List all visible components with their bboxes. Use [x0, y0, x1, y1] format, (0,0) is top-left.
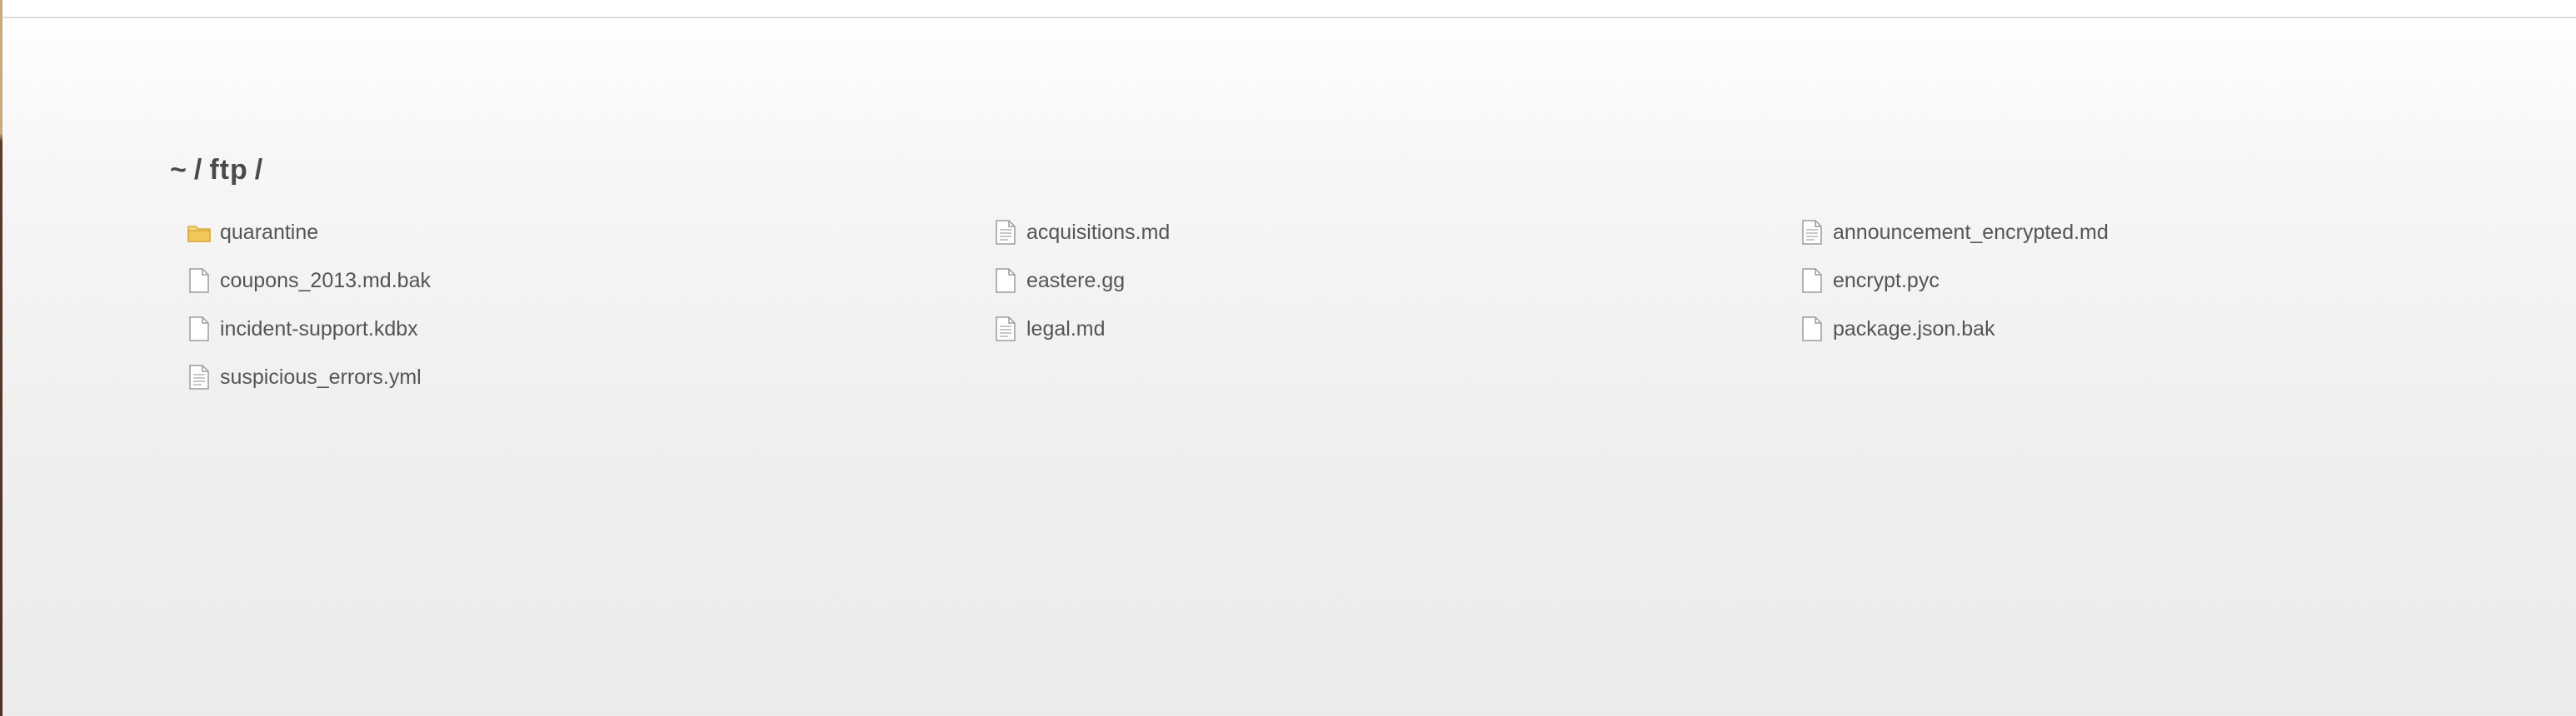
breadcrumb: ~ / ftp / [170, 150, 2569, 190]
breadcrumb-ftp[interactable]: ftp [209, 154, 247, 186]
file-icon [993, 267, 1018, 294]
directory-listing: ~ / ftp / quarantine acquisitions.md ann… [170, 150, 2569, 401]
file-link[interactable]: coupons_2013.md.bak [187, 267, 431, 294]
list-item-suspicious-errors[interactable]: suspicious_errors.yml [170, 353, 976, 401]
text-file-icon [993, 219, 1018, 246]
list-item-coupons[interactable]: coupons_2013.md.bak [170, 256, 976, 305]
text-file-icon [1800, 219, 1825, 246]
file-link[interactable]: package.json.bak [1800, 316, 1995, 342]
file-link[interactable]: acquisitions.md [993, 219, 1170, 246]
text-file-icon [993, 316, 1018, 342]
top-bar [2, 0, 2576, 18]
list-item-legal[interactable]: legal.md [976, 305, 1783, 353]
file-name: quarantine [220, 220, 319, 244]
file-name: legal.md [1026, 316, 1106, 341]
file-icon [1800, 316, 1825, 342]
file-name: incident-support.kdbx [220, 316, 418, 341]
file-icon [187, 316, 212, 342]
list-item-incident-support[interactable]: incident-support.kdbx [170, 305, 976, 353]
list-item-eastere[interactable]: eastere.gg [976, 256, 1783, 305]
text-file-icon [187, 364, 212, 390]
file-name: package.json.bak [1833, 316, 1995, 341]
folder-icon [187, 219, 212, 246]
file-icon [187, 267, 212, 294]
list-item-encrypt[interactable]: encrypt.pyc [1783, 256, 2576, 305]
breadcrumb-separator: / [254, 154, 264, 186]
file-link[interactable]: legal.md [993, 316, 1106, 342]
file-link[interactable]: announcement_encrypted.md [1800, 219, 2109, 246]
list-item-package-json[interactable]: package.json.bak [1783, 305, 2576, 353]
file-link[interactable]: eastere.gg [993, 267, 1125, 294]
file-name: coupons_2013.md.bak [220, 268, 431, 292]
list-item-announcement-encrypted[interactable]: announcement_encrypted.md [1783, 208, 2576, 256]
file-link[interactable]: suspicious_errors.yml [187, 364, 422, 390]
file-name: encrypt.pyc [1833, 268, 1939, 292]
breadcrumb-separator: / [193, 154, 203, 186]
file-link[interactable]: quarantine [187, 219, 318, 246]
file-link[interactable]: encrypt.pyc [1800, 267, 1939, 294]
breadcrumb-home[interactable]: ~ [170, 154, 187, 186]
list-item-acquisitions[interactable]: acquisitions.md [976, 208, 1783, 256]
file-link[interactable]: incident-support.kdbx [187, 316, 418, 342]
file-name: announcement_encrypted.md [1833, 220, 2109, 244]
file-name: acquisitions.md [1026, 220, 1171, 244]
file-name: suspicious_errors.yml [220, 365, 422, 389]
file-icon [1800, 267, 1825, 294]
window-edge [0, 0, 2, 716]
list-item-quarantine[interactable]: quarantine [170, 208, 976, 256]
file-list: quarantine acquisitions.md announcement_… [170, 208, 2569, 401]
file-name: eastere.gg [1026, 268, 1126, 292]
